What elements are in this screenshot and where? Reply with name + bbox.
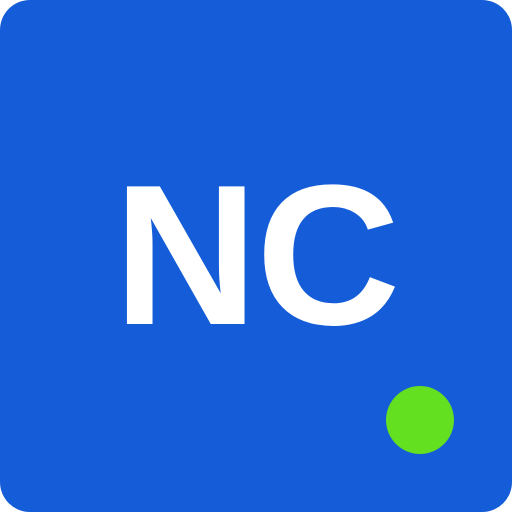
app-icon: NC	[0, 0, 512, 512]
online-status-dot	[386, 386, 454, 454]
